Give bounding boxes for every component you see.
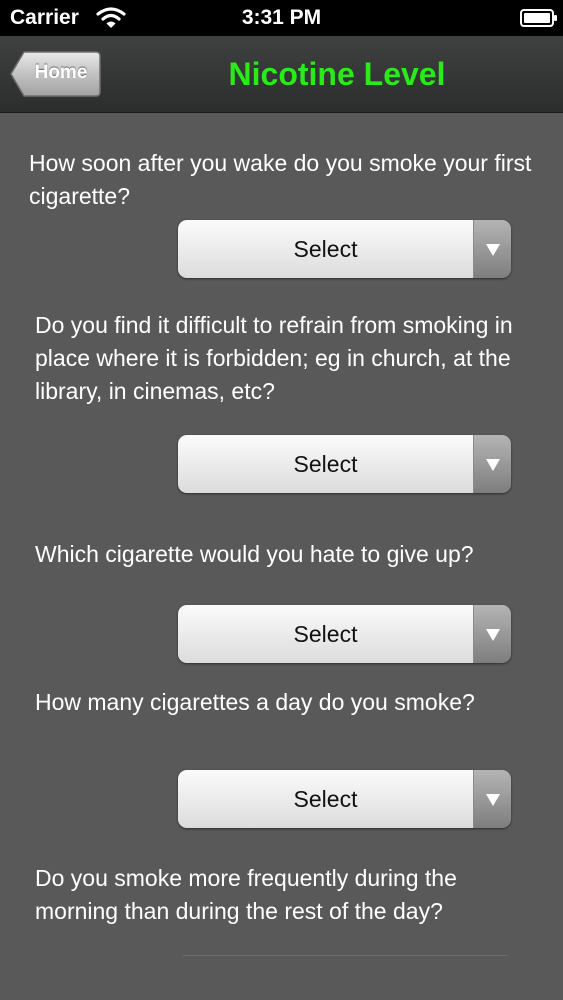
select-label: Select: [293, 621, 358, 647]
status-time: 3:31 PM: [241, 6, 322, 29]
home-button-label: Home: [34, 62, 88, 83]
questionnaire: How soon after you wake do you smoke you…: [0, 113, 563, 1000]
dropdown-arrow-button[interactable]: [473, 435, 511, 493]
page-title: Nicotine Level: [228, 56, 446, 92]
question-4-select[interactable]: Select: [178, 770, 511, 828]
question-5-text: Do you smoke more frequently during the …: [35, 865, 457, 924]
chevron-down-icon: [486, 459, 500, 471]
chevron-down-icon: [486, 244, 500, 256]
chevron-down-icon: [486, 794, 500, 806]
question-2-select[interactable]: Select: [178, 435, 511, 493]
question-1-text: How soon after you wake do you smoke you…: [29, 150, 532, 209]
select-field[interactable]: Select: [178, 435, 473, 493]
select-label: Select: [293, 786, 358, 812]
battery-icon: [520, 9, 558, 27]
chevron-down-icon: [486, 629, 500, 641]
dropdown-arrow-button[interactable]: [473, 770, 511, 828]
question-4-text: How many cigarettes a day do you smoke?: [35, 689, 475, 715]
question-3-text: Which cigarette would you hate to give u…: [35, 541, 474, 567]
select-field[interactable]: Select: [178, 770, 473, 828]
question-2-text: Do you find it difficult to refrain from…: [35, 312, 513, 404]
navigation-bar: Home Nicotine Level: [0, 36, 563, 113]
select-label: Select: [293, 451, 358, 477]
dropdown-arrow-button[interactable]: [473, 220, 511, 278]
partial-select-edge: [183, 955, 508, 956]
home-back-button[interactable]: Home: [10, 50, 102, 100]
status-bar: Carrier 3:31 PM: [0, 0, 563, 36]
select-field[interactable]: Select: [178, 605, 473, 663]
select-field[interactable]: Select: [178, 220, 473, 278]
question-3-select[interactable]: Select: [178, 605, 511, 663]
question-1-select[interactable]: Select: [178, 220, 511, 278]
dropdown-arrow-button[interactable]: [473, 605, 511, 663]
select-label: Select: [293, 236, 358, 262]
